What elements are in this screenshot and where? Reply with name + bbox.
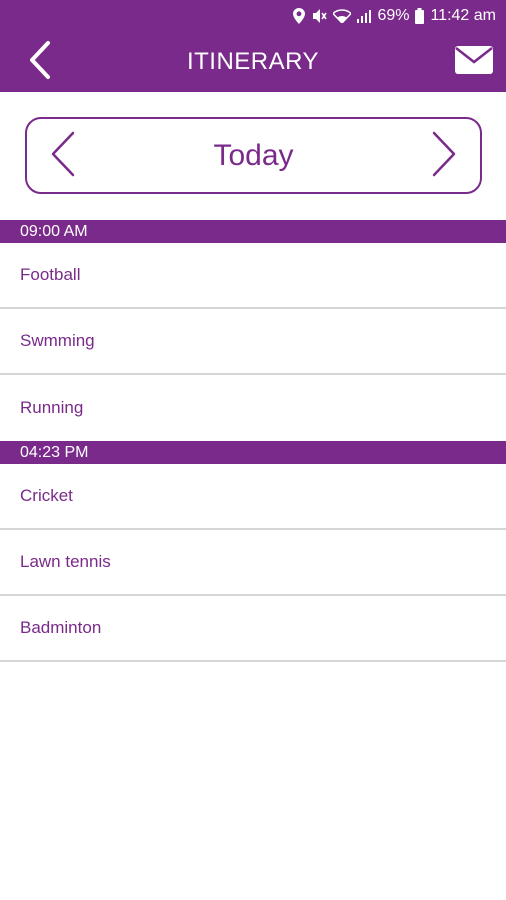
wifi-icon [333, 9, 352, 23]
time-group: 04:23 PM Cricket Lawn tennis Badminton [0, 441, 506, 662]
time-header: 09:00 AM [0, 220, 506, 243]
app-bar: ITINERARY [0, 32, 506, 92]
status-bar: 69% 11:42 am [0, 0, 506, 32]
list-item[interactable]: Lawn tennis [0, 530, 506, 596]
signal-icon [357, 9, 372, 23]
next-day-button[interactable] [422, 129, 466, 183]
mute-icon [311, 8, 328, 24]
date-navigator: Today [25, 117, 482, 194]
battery-percent: 69% [377, 7, 410, 24]
list-item[interactable]: Football [0, 243, 506, 309]
location-icon [293, 8, 306, 24]
schedule-list: 09:00 AM Football Swmming Running 04:23 … [0, 220, 506, 662]
list-item[interactable]: Running [0, 375, 506, 441]
page-title: ITINERARY [186, 48, 320, 75]
time-header: 04:23 PM [0, 441, 506, 464]
clock: 11:42 am [430, 7, 496, 24]
chevron-right-icon [431, 131, 457, 182]
date-label: Today [213, 138, 294, 172]
mail-icon [455, 45, 493, 79]
list-item[interactable]: Cricket [0, 464, 506, 530]
battery-icon [415, 8, 425, 24]
list-item[interactable]: Swmming [0, 309, 506, 375]
list-item[interactable]: Badminton [0, 596, 506, 662]
mail-button[interactable] [452, 42, 496, 82]
time-group: 09:00 AM Football Swmming Running [0, 220, 506, 441]
